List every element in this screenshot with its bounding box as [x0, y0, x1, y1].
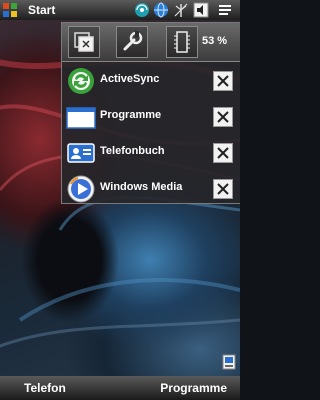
memory-button[interactable] — [166, 26, 198, 58]
volume-icon[interactable] — [193, 2, 209, 18]
task-manager-button[interactable] — [68, 26, 100, 58]
softkey-bar: Telefon Programme — [0, 376, 240, 400]
antenna-off-icon[interactable] — [173, 2, 189, 18]
task-manager-icon — [74, 32, 94, 52]
close-icon — [217, 111, 229, 123]
settings-wrench-icon — [123, 31, 143, 51]
start-label[interactable]: Start — [28, 3, 55, 17]
close-app-button[interactable] — [213, 179, 233, 199]
activesync-icon — [68, 68, 94, 94]
close-icon — [217, 75, 229, 87]
softkey-left-button[interactable]: Telefon — [24, 381, 66, 395]
list-item-windows-media[interactable]: Windows Media — [62, 171, 240, 207]
network-globe-icon[interactable] — [153, 2, 169, 18]
settings-button[interactable] — [116, 26, 148, 58]
memory-chip-icon — [174, 31, 190, 53]
close-icon — [217, 147, 229, 159]
close-icon — [217, 183, 229, 195]
list-item-telefonbuch[interactable]: Telefonbuch — [62, 135, 240, 171]
list-item-programme[interactable]: Programme — [62, 99, 240, 135]
windows-media-icon — [67, 175, 95, 203]
programs-window-icon — [66, 107, 96, 129]
battery-percent: 53 % — [202, 35, 228, 47]
panel-toolbar: 53 % — [62, 23, 240, 62]
app-label: Telefonbuch — [100, 145, 165, 157]
windows-start-icon[interactable] — [2, 2, 18, 18]
connectivity-globe-icon[interactable] — [134, 2, 150, 18]
close-app-button[interactable] — [213, 107, 233, 127]
softkey-right-button[interactable]: Programme — [160, 381, 227, 395]
contacts-card-icon — [67, 143, 95, 163]
app-label: ActiveSync — [100, 73, 160, 85]
close-app-button[interactable] — [213, 71, 233, 91]
list-item-activesync[interactable]: ActiveSync — [62, 63, 240, 99]
app-label: Programme — [100, 109, 162, 121]
app-label: Windows Media — [100, 181, 183, 193]
status-bar: Start — [0, 0, 240, 20]
quick-menu-panel: 53 % ActiveSync Programme Telefonbuch Wi… — [61, 22, 240, 204]
close-app-button[interactable] — [213, 143, 233, 163]
menu-icon[interactable] — [217, 2, 233, 18]
input-panel-icon[interactable] — [222, 354, 236, 370]
